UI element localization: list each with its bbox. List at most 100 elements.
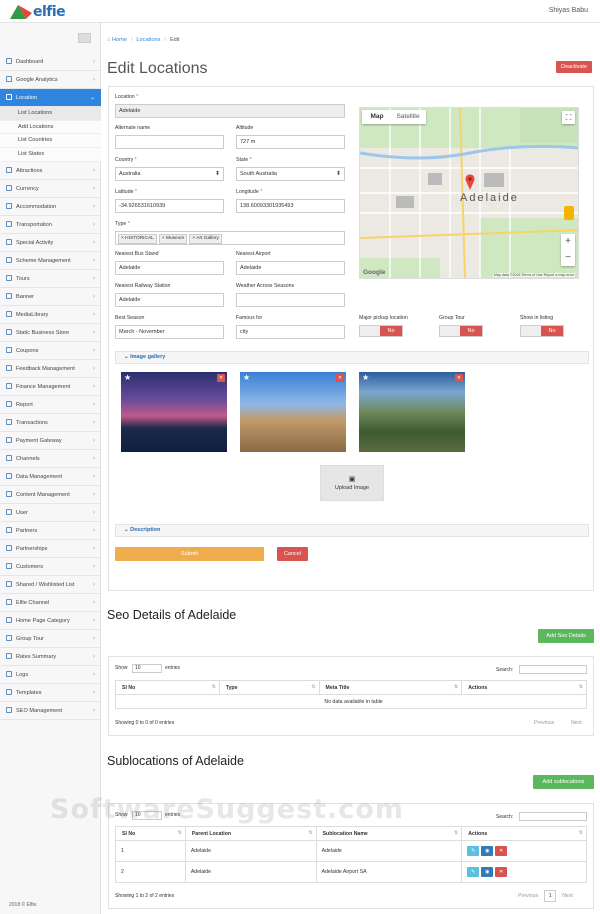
map-tab[interactable]: Map (362, 110, 392, 124)
sidebar-item-accommodation[interactable]: Accommodation › (0, 198, 101, 216)
gallery-image-2[interactable]: ★ ✕ (240, 372, 346, 452)
view-icon[interactable]: ◉ (481, 867, 494, 877)
sidebar-item-seo-management[interactable]: SEO Management › (0, 702, 101, 720)
railway-field[interactable]: Adelaide (115, 293, 224, 307)
alt-name-field[interactable] (115, 135, 224, 149)
sidebar-item-special-activity[interactable]: Special Activity › (0, 234, 101, 252)
sidebar-item-feedback-management[interactable]: Feedback Management › (0, 360, 101, 378)
altitude-field[interactable]: 727 m (236, 135, 345, 149)
remove-image-icon[interactable]: ✕ (455, 374, 463, 382)
sidebar-item-transportation[interactable]: Transportation › (0, 216, 101, 234)
map-marker-icon[interactable] (465, 174, 475, 190)
sidebar-item-data-management[interactable]: Data Management › (0, 468, 101, 486)
sidebar-item-finance-management[interactable]: Finance Management › (0, 378, 101, 396)
sidebar-item-rates-summary[interactable]: Rates Summary › (0, 648, 101, 666)
type-multiselect[interactable]: × HISTORICAL × Museum × Art Gallery (115, 231, 345, 245)
subloc-col-sublocation-name[interactable]: Sublocation Name ⇅ (315, 826, 463, 841)
zoom-out-icon[interactable]: − (561, 250, 575, 266)
delete-icon[interactable]: ✕ (495, 846, 508, 856)
seo-search-input[interactable] (519, 665, 587, 674)
sidebar-item-templates[interactable]: Templates › (0, 684, 101, 702)
sidebar-item-attractions[interactable]: Attractions › (0, 162, 101, 180)
sidebar-item-dashboard[interactable]: Dashboard › (0, 53, 101, 71)
sidebar-item-logs[interactable]: Logs › (0, 666, 101, 684)
sidebar-item-report[interactable]: Report › (0, 396, 101, 414)
sidebar-item-scheme-management[interactable]: Scheme Management › (0, 252, 101, 270)
sidebar-item-user[interactable]: User › (0, 504, 101, 522)
map-footer[interactable]: Map data ©2018 Terms of Use Report a map… (492, 273, 575, 277)
logo-text[interactable]: elfie (33, 4, 66, 20)
remove-image-icon[interactable]: ✕ (336, 374, 344, 382)
subloc-col-actions[interactable]: Actions ⇅ (461, 826, 587, 841)
sidebar-item-elfie-channel[interactable]: Elfie Channel › (0, 594, 101, 612)
seo-col-actions[interactable]: Actions ⇅ (461, 680, 587, 695)
subloc-search-input[interactable] (519, 812, 587, 821)
elfie-logo-icon[interactable] (8, 3, 34, 21)
delete-icon[interactable]: ✕ (495, 867, 508, 877)
add-sublocations-button[interactable]: Add sublocations (533, 775, 594, 789)
subloc-col-parent-location[interactable]: Parent Location ⇅ (184, 826, 317, 841)
seo-next-button[interactable]: Next (571, 720, 582, 726)
edit-icon[interactable]: ✎ (467, 846, 480, 856)
sidebar-item-shared-wishlisted-list[interactable]: Shared / Wishlisted List › (0, 576, 101, 594)
sidebar-item-medialibrary[interactable]: MediaLibrary › (0, 306, 101, 324)
description-section[interactable]: ⌄ Description (115, 524, 589, 537)
longitude-field[interactable]: 138.60093301935493 (236, 199, 345, 213)
sidebar-item-channels[interactable]: Channels › (0, 450, 101, 468)
edit-icon[interactable]: ✎ (467, 867, 480, 877)
seo-col-sl-no[interactable]: Sl No ⇅ (115, 680, 220, 695)
breadcrumb-locations[interactable]: Locations (136, 37, 160, 43)
subloc-next-button[interactable]: Next (562, 893, 573, 899)
country-select[interactable]: Australia (115, 167, 224, 181)
sidebar-item-static-business-store[interactable]: Static Business Store › (0, 324, 101, 342)
submenu-item-add-locations[interactable]: Add Locations (0, 120, 101, 135)
upload-image-button[interactable]: ▣ Upload Image (320, 465, 384, 501)
seo-entries-select[interactable]: 10 (132, 664, 162, 673)
fullscreen-icon[interactable]: ⛶ (562, 111, 575, 124)
location-map[interactable]: Map Satellite ⛶ Adelaide + − Google Map da… (359, 107, 579, 279)
sidebar-item-content-management[interactable]: Content Management › (0, 486, 101, 504)
sidebar-item-group-tour[interactable]: Group Tour › (0, 630, 101, 648)
image-gallery-section[interactable]: ⌄ Image gallery (115, 351, 589, 364)
pickup-toggle[interactable]: No (359, 325, 403, 337)
type-tag[interactable]: × Art Gallery (189, 234, 222, 244)
airport-field[interactable]: Adelaide (236, 261, 345, 275)
zoom-in-icon[interactable]: + (561, 234, 575, 250)
breadcrumb-home[interactable]: Home (112, 37, 127, 43)
sidebar-toggle-button[interactable] (78, 33, 91, 43)
submenu-item-list-states[interactable]: List States (0, 148, 101, 162)
latitude-field[interactable]: -34.926531610939 (115, 199, 224, 213)
cancel-button[interactable]: Cancel (277, 547, 308, 561)
type-tag[interactable]: × Museum (158, 234, 188, 244)
featured-star-icon[interactable]: ★ (243, 373, 250, 382)
group-tour-toggle[interactable]: No (439, 325, 483, 337)
sidebar-item-currency[interactable]: Currency › (0, 180, 101, 198)
pegman-icon[interactable] (564, 206, 574, 220)
sidebar-item-tours[interactable]: Tours › (0, 270, 101, 288)
sidebar-item-location[interactable]: Location ⌄ (0, 89, 101, 107)
gallery-image-1[interactable]: ★ ✕ (121, 372, 227, 452)
sidebar-item-banner[interactable]: Banner › (0, 288, 101, 306)
remove-image-icon[interactable]: ✕ (217, 374, 225, 382)
seo-col-meta-title[interactable]: Meta Title ⇅ (318, 680, 463, 695)
sidebar-item-partners[interactable]: Partners › (0, 522, 101, 540)
subloc-prev-button[interactable]: Previous (518, 893, 538, 899)
famous-for-field[interactable]: city (236, 325, 345, 339)
sidebar-item-partnerships[interactable]: Partnerships › (0, 540, 101, 558)
gallery-image-3[interactable]: ★ ✕ (359, 372, 465, 452)
weather-field[interactable] (236, 293, 345, 307)
sidebar-item-payment-gateway[interactable]: Payment Gateway › (0, 432, 101, 450)
deactivate-button[interactable]: Deactivate (556, 61, 592, 73)
subloc-page-1[interactable]: 1 (544, 890, 557, 902)
bus-stand-field[interactable]: Adelaide (115, 261, 224, 275)
type-tag[interactable]: × HISTORICAL (118, 234, 157, 244)
seo-prev-button[interactable]: Previous (534, 720, 554, 726)
listing-toggle[interactable]: No (520, 325, 564, 337)
best-season-field[interactable]: March - November (115, 325, 224, 339)
seo-col-type[interactable]: Type ⇅ (218, 680, 320, 695)
subloc-col-sl-no[interactable]: Sl No ⇅ (115, 826, 186, 841)
location-field[interactable]: Adelaide (115, 104, 345, 118)
sidebar-item-transactions[interactable]: Transactions › (0, 414, 101, 432)
sidebar-item-coupons[interactable]: Coupons › (0, 342, 101, 360)
view-icon[interactable]: ◉ (481, 846, 494, 856)
